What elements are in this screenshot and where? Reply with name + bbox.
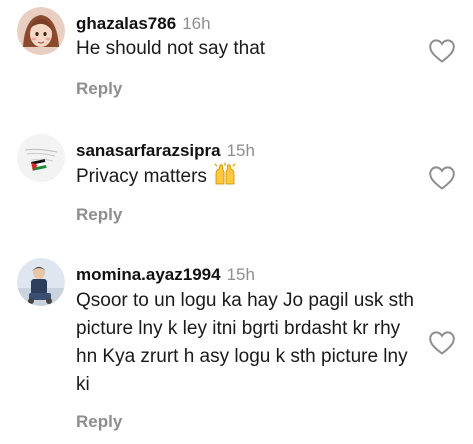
- reply-button[interactable]: Reply: [76, 411, 122, 433]
- comment-username[interactable]: sanasarfarazsipra 15h: [76, 140, 255, 162]
- comment-timestamp: 15h: [226, 141, 255, 160]
- comment-timestamp: 15h: [226, 265, 255, 284]
- username-text[interactable]: ghazalas786: [76, 14, 176, 33]
- comment-username[interactable]: ghazalas786 16h: [76, 13, 211, 35]
- comment-text: Privacy matters: [76, 162, 421, 195]
- reply-button[interactable]: Reply: [76, 78, 122, 100]
- avatar[interactable]: [17, 258, 65, 306]
- like-heart-icon[interactable]: [428, 330, 456, 356]
- like-heart-icon[interactable]: [428, 165, 456, 191]
- comment-text: Qsoor to un logu ka hay Jo pagil usk sth…: [76, 290, 414, 395]
- like-heart-icon[interactable]: [428, 38, 456, 64]
- comment-timestamp: 16h: [182, 14, 211, 33]
- comment-text: He should not say that: [76, 38, 266, 59]
- raising-hands-emoji-icon: [213, 162, 237, 195]
- avatar[interactable]: [17, 134, 65, 182]
- comment-text-content: Privacy matters: [76, 166, 207, 187]
- username-text[interactable]: momina.ayaz1994: [76, 265, 221, 284]
- avatar[interactable]: [17, 7, 65, 55]
- username-text[interactable]: sanasarfarazsipra: [76, 141, 221, 160]
- comment-username[interactable]: momina.ayaz1994 15h: [76, 264, 255, 286]
- reply-button[interactable]: Reply: [76, 204, 122, 226]
